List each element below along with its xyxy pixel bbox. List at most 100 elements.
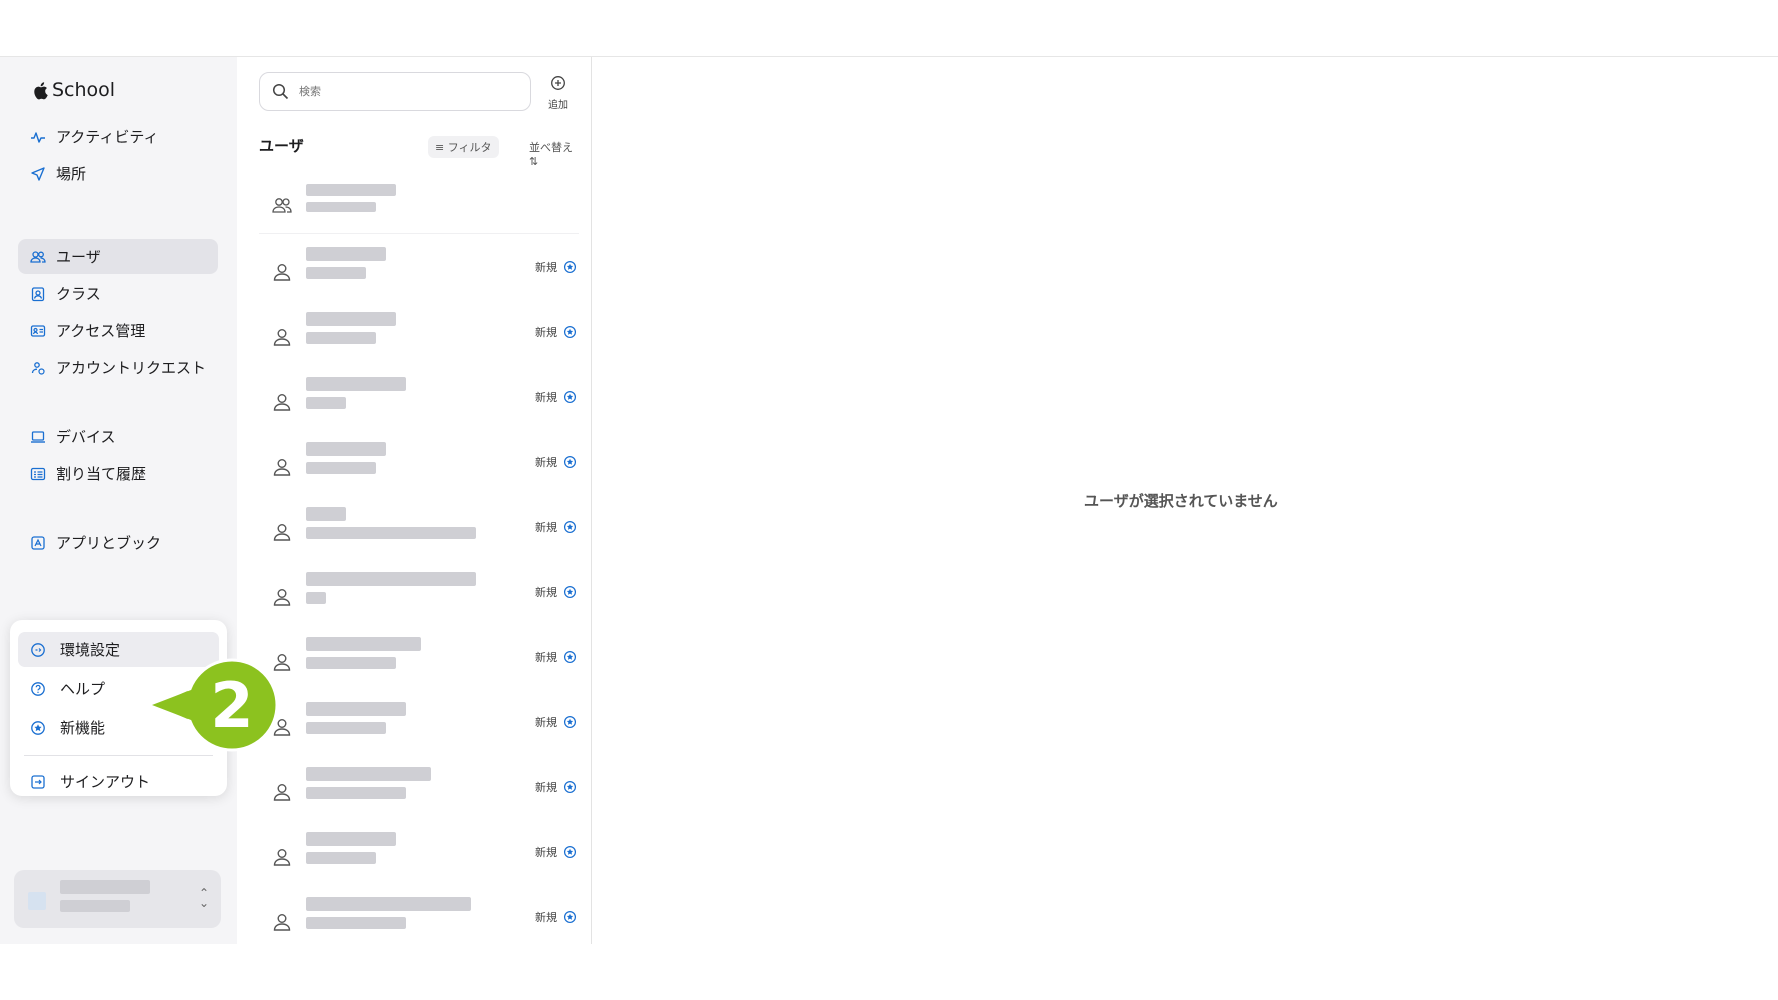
- star-badge-icon: [563, 715, 577, 729]
- user-row[interactable]: 新規: [259, 564, 579, 629]
- new-badge: 新規: [535, 779, 577, 795]
- new-badge: 新規: [535, 844, 577, 860]
- sidebar-item-users[interactable]: ユーザ: [18, 239, 218, 274]
- sidebar-item-label: 場所: [56, 165, 87, 183]
- user-row[interactable]: 新規: [259, 369, 579, 434]
- user-rows: 新規 新規 新規 新規 新規 新規 新規 新規 新規 新規 新規: [259, 174, 579, 954]
- star-badge-icon: [30, 720, 46, 736]
- user-row[interactable]: 新規: [259, 499, 579, 564]
- user-row[interactable]: 新規: [259, 434, 579, 499]
- redacted-detail: [306, 527, 476, 539]
- filter-button[interactable]: ≡ フィルタ: [428, 136, 499, 158]
- class-icon: [30, 286, 46, 302]
- user-row[interactable]: 新規: [259, 629, 579, 694]
- sidebar-item-label: アクセス管理: [56, 322, 146, 340]
- sort-button[interactable]: 並べ替え ⇅: [529, 139, 574, 168]
- sidebar-item-account-requests[interactable]: アカウントリクエスト: [18, 350, 218, 385]
- redacted-name: [306, 637, 421, 651]
- redacted-name: [306, 767, 431, 781]
- redacted-name: [306, 702, 406, 716]
- redacted-detail: [306, 722, 386, 734]
- user-icon: [271, 781, 293, 803]
- filter-icon: ≡: [435, 141, 448, 154]
- user-row[interactable]: 新規: [259, 759, 579, 824]
- user-row[interactable]: 新規: [259, 889, 579, 954]
- star-badge-icon: [563, 455, 577, 469]
- empty-detail-message: ユーザが選択されていません: [1084, 492, 1278, 510]
- star-badge-icon: [563, 325, 577, 339]
- sidebar-item-activity[interactable]: アクティビティ: [18, 119, 218, 154]
- account-request-icon: [30, 360, 46, 376]
- user-icon: [271, 586, 293, 608]
- new-badge: 新規: [535, 649, 577, 665]
- user-icon: [271, 456, 293, 478]
- list-header: ユーザ ≡ フィルタ 並べ替え ⇅: [259, 135, 574, 168]
- new-badge: 新規: [535, 519, 577, 535]
- user-list-pane: 追加 ユーザ ≡ フィルタ 並べ替え ⇅ 新規新規新規新規新規新規新規新規新規新…: [237, 57, 592, 944]
- account-switcher[interactable]: ⌃ ⌄: [14, 870, 221, 928]
- redacted-name: [306, 897, 471, 911]
- add-button[interactable]: 追加: [544, 75, 572, 111]
- users-icon: [30, 249, 46, 265]
- step-callout: 2: [148, 655, 280, 755]
- star-badge-icon: [563, 845, 577, 859]
- sidebar-item-label: アクティビティ: [56, 128, 159, 146]
- brand-name: School: [52, 79, 116, 101]
- filter-label: フィルタ: [447, 141, 492, 154]
- new-badge: 新規: [535, 324, 577, 340]
- new-badge: 新規: [535, 584, 577, 600]
- sidebar-item-location[interactable]: 場所: [18, 156, 218, 191]
- sidebar: School アクティビティ 場所 ユーザ クラス アクセス管理 アカウントリク…: [0, 57, 237, 944]
- search-icon: [272, 83, 289, 100]
- new-label: 新規: [535, 261, 557, 274]
- new-label: 新規: [535, 586, 557, 599]
- user-icon: [271, 846, 293, 868]
- nav-group-devices: デバイス 割り当て履歴: [18, 419, 218, 493]
- star-badge-icon: [563, 780, 577, 794]
- search-field[interactable]: [259, 72, 531, 111]
- group-row[interactable]: [259, 174, 579, 234]
- sidebar-item-apps-and-books[interactable]: アプリとブック: [18, 525, 218, 560]
- redacted-name: [306, 832, 396, 846]
- redacted-detail: [306, 462, 376, 474]
- redacted-name: [306, 377, 406, 391]
- sidebar-item-label: 割り当て履歴: [56, 465, 147, 483]
- callout-number: 2: [210, 669, 253, 742]
- brand-logo: School: [32, 79, 115, 101]
- new-badge: 新規: [535, 909, 577, 925]
- menu-item-sign-out[interactable]: サインアウト: [18, 764, 219, 799]
- sidebar-item-label: アカウントリクエスト: [56, 359, 207, 377]
- menu-item-label: サインアウト: [60, 773, 151, 791]
- user-icon: [271, 326, 293, 348]
- avatar: [28, 892, 46, 910]
- redacted-name: [306, 247, 386, 261]
- user-row[interactable]: 新規: [259, 824, 579, 889]
- new-label: 新規: [535, 911, 557, 924]
- user-row[interactable]: 新規: [259, 239, 579, 304]
- group-users-icon: [271, 194, 293, 216]
- sidebar-item-access-management[interactable]: アクセス管理: [18, 313, 218, 348]
- user-row[interactable]: 新規: [259, 694, 579, 759]
- sidebar-item-assignment-history[interactable]: 割り当て履歴: [18, 456, 218, 491]
- sidebar-item-devices[interactable]: デバイス: [18, 419, 218, 454]
- redacted-detail: [306, 787, 406, 799]
- account-name-redacted: [60, 880, 150, 894]
- app-window: School アクティビティ 場所 ユーザ クラス アクセス管理 アカウントリク…: [0, 0, 1778, 1000]
- search-input[interactable]: [299, 85, 519, 98]
- signout-icon: [30, 774, 46, 790]
- sidebar-item-classes[interactable]: クラス: [18, 276, 218, 311]
- sort-arrows-icon: ⇅: [529, 155, 539, 168]
- menu-item-label: 環境設定: [60, 641, 121, 659]
- nav-group-people: ユーザ クラス アクセス管理 アカウントリクエスト: [18, 239, 218, 387]
- new-badge: 新規: [535, 454, 577, 470]
- menu-divider: [24, 755, 213, 756]
- sidebar-item-label: クラス: [56, 285, 101, 303]
- star-badge-icon: [563, 390, 577, 404]
- menu-item-label: 新機能: [60, 719, 106, 737]
- new-label: 新規: [535, 716, 557, 729]
- redacted-name: [306, 312, 396, 326]
- user-row[interactable]: 新規: [259, 304, 579, 369]
- new-label: 新規: [535, 846, 557, 859]
- app-store-icon: [30, 535, 46, 551]
- help-icon: [30, 681, 46, 697]
